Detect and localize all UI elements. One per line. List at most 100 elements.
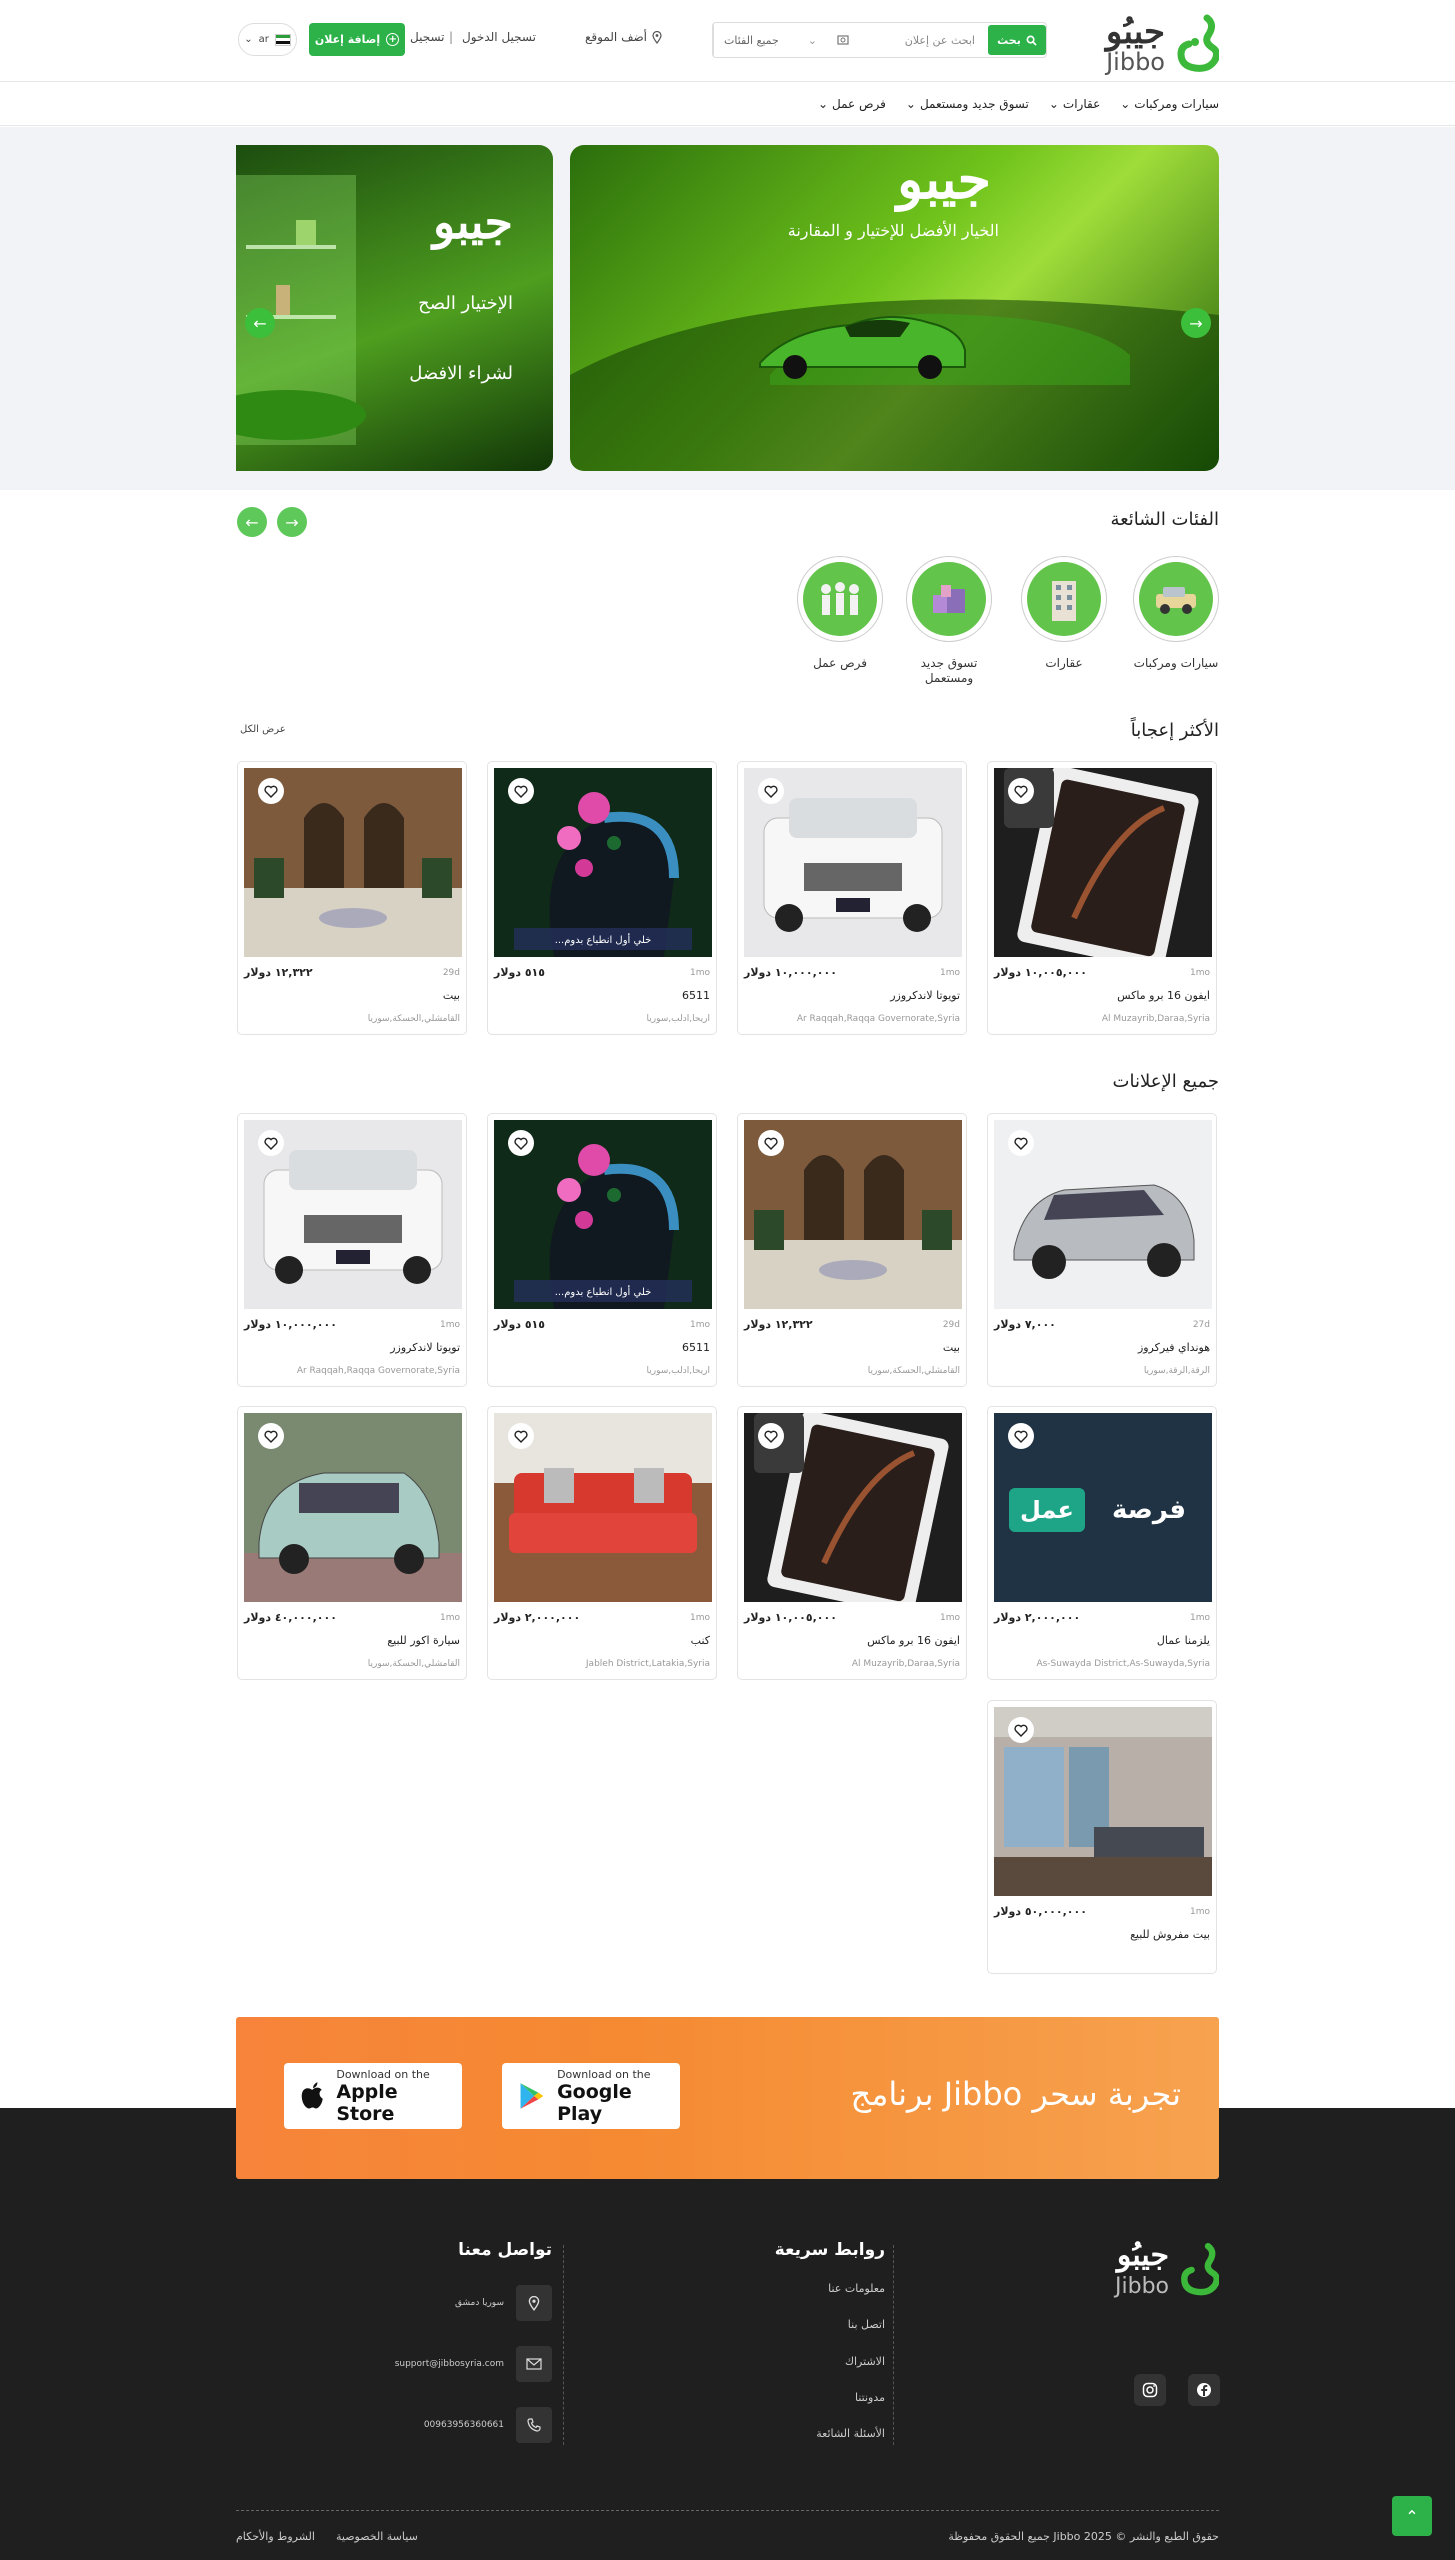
google-play-button[interactable]: Download on the Google Play	[502, 2063, 680, 2129]
ad-card[interactable]: ١٠,٠٠٥,٠٠٠ دولار 1mo ايفون 16 برو ماكس A…	[987, 761, 1217, 1035]
ad-location: اريحا,ادلب,سوريا	[646, 1014, 711, 1024]
heart-icon[interactable]	[758, 778, 784, 804]
ad-card[interactable]: خلي أول انطباع بدوم... ٥١٥ دولار 1mo 651…	[487, 761, 717, 1035]
heart-icon[interactable]	[1008, 1130, 1034, 1156]
ad-price: ٥٠,٠٠٠,٠٠٠ دولار	[994, 1905, 1087, 1918]
nav-item-shopping[interactable]: تسوق جديد ومستعمل ⌄	[906, 97, 1029, 111]
header-separator: |	[449, 30, 454, 44]
footer-link-faq[interactable]: الأسئلة الشائعة	[816, 2427, 885, 2440]
privacy-link[interactable]: سياسة الخصوصية	[336, 2530, 418, 2543]
hero-prev-button[interactable]: ←	[245, 308, 275, 338]
ad-card[interactable]: ٧,٠٠٠ دولار 27d هونداي فيركروز الرقة,الر…	[987, 1113, 1217, 1387]
category-real-estate[interactable]: عقارات	[1014, 556, 1114, 671]
ad-card[interactable]: ٥٠,٠٠٠,٠٠٠ دولار 1mo بيت مفروش للبيع	[987, 1700, 1217, 1974]
logo-text-en: Jibbo	[1106, 48, 1165, 76]
ad-price: ٥١٥ دولار	[494, 1318, 545, 1331]
ad-location: القامشلي,الحسكة,سوريا	[367, 1014, 460, 1024]
add-location-link[interactable]: أضف الموقع	[585, 30, 662, 44]
ad-card[interactable]: ١٠,٠٠٠,٠٠٠ دولار 1mo تويوتا لاندكروزر Ar…	[237, 1113, 467, 1387]
heart-icon[interactable]	[508, 1130, 534, 1156]
chevron-down-icon: ⌄	[1120, 97, 1131, 111]
plus-circle-icon: +	[386, 33, 400, 46]
ad-card[interactable]: ١٢,٣٢٢ دولار 29d بيت القامشلي,الحسكة,سور…	[237, 761, 467, 1035]
footer-link-about[interactable]: معلومات عنا	[828, 2282, 885, 2295]
heart-icon[interactable]	[258, 1423, 284, 1449]
terms-link[interactable]: الشروط والأحكام	[236, 2530, 315, 2543]
category-select[interactable]: جميع الفئات ⌄	[713, 23, 827, 57]
view-all-link[interactable]: عرض الكل	[240, 724, 286, 735]
hero-next-button[interactable]: →	[1181, 308, 1211, 338]
heart-icon[interactable]	[258, 778, 284, 804]
location-pin-icon	[652, 30, 662, 44]
svg-text:عمل: عمل	[1020, 1496, 1074, 1524]
shopping-icon	[933, 585, 965, 613]
category-cars[interactable]: سيارات ومركبات	[1126, 556, 1226, 671]
ad-location: As-Suwayda District,As-Suwayda,Syria	[1036, 1659, 1210, 1669]
google-play-icon	[520, 2083, 544, 2109]
ad-title: يلزمنا عمال	[1156, 1634, 1210, 1647]
most-liked-title: الأكثر إعجاباً	[1130, 720, 1219, 741]
categories-prev-button[interactable]: ←	[237, 507, 267, 537]
mail-icon	[516, 2346, 552, 2382]
hero-slide-main[interactable]: جيبو الخيار الأفضل للإختيار و المقارنة	[570, 145, 1219, 471]
ad-card[interactable]: ٢,٠٠٠,٠٠٠ دولار 1mo كنب Jableh District,…	[487, 1406, 717, 1680]
heart-icon[interactable]	[508, 1423, 534, 1449]
heart-icon[interactable]	[1008, 778, 1034, 804]
ad-card[interactable]: عمل فرصة ٢,٠٠٠,٠٠٠ دولار 1mo يلزمنا عمال …	[987, 1406, 1217, 1680]
nav-item-jobs[interactable]: فرص عمل ⌄	[818, 97, 886, 111]
ad-title: كنب	[690, 1634, 710, 1647]
heart-icon[interactable]	[758, 1423, 784, 1449]
google-play-small: Download on the	[557, 2067, 651, 2081]
login-link[interactable]: تسجيل الدخول	[462, 30, 536, 44]
ad-location: القامشلي,الحسكة,سوريا	[867, 1366, 960, 1376]
category-shopping[interactable]: تسوق جديد ومستعمل	[899, 556, 999, 686]
popular-categories-title: الفئات الشائعة	[1110, 509, 1219, 530]
category-jobs[interactable]: فرص عمل	[790, 556, 890, 671]
nav-item-real-estate[interactable]: عقارات ⌄	[1049, 97, 1100, 111]
search-placeholder: ابحث عن إعلان	[904, 33, 975, 47]
email-text: support@jibbosyria.com	[394, 2359, 504, 2369]
heart-icon[interactable]	[258, 1130, 284, 1156]
footer-divider	[563, 2245, 564, 2445]
footer-email[interactable]: support@jibbosyria.com	[395, 2346, 552, 2382]
add-ad-label: إضافة إعلان	[314, 33, 381, 46]
hero-side-title: جيبو	[433, 195, 513, 249]
ad-card[interactable]: خلي أول انطباع بدوم... ٥١٥ دولار 1mo 651…	[487, 1113, 717, 1387]
facebook-icon[interactable]	[1188, 2374, 1220, 2406]
ad-price: ١٠,٠٠٥,٠٠٠ دولار	[744, 1611, 837, 1624]
heart-icon[interactable]	[1008, 1423, 1034, 1449]
footer-link-blog[interactable]: مدونتنا	[855, 2391, 885, 2404]
ad-title: تويوتا لاندكروزر	[890, 989, 960, 1002]
ad-location: Ar Raqqah,Raqqa Governorate,Syria	[796, 1014, 960, 1024]
search-button[interactable]: بحث	[988, 25, 1046, 55]
ad-card[interactable]: ١٠,٠٠٠,٠٠٠ دولار 1mo تويوتا لاندكروزر Ar…	[737, 761, 967, 1035]
heart-icon[interactable]	[508, 778, 534, 804]
heart-icon[interactable]	[1008, 1717, 1034, 1743]
chevron-down-icon: ⌄	[807, 33, 817, 47]
footer-link-contact[interactable]: اتصل بنا	[848, 2318, 885, 2331]
footer-link-subscribe[interactable]: الاشتراك	[845, 2355, 885, 2368]
language-select[interactable]: ar ⌄	[238, 23, 297, 56]
ad-price: ٢,٠٠٠,٠٠٠ دولار	[994, 1611, 1081, 1624]
instagram-icon[interactable]	[1134, 2374, 1166, 2406]
search-button-label: بحث	[997, 33, 1021, 47]
categories-next-button[interactable]: →	[277, 507, 307, 537]
ad-card[interactable]: ١٢,٣٢٢ دولار 29d بيت القامشلي,الحسكة,سور…	[737, 1113, 967, 1387]
site-logo[interactable]: جيبُو Jibbo	[1094, 8, 1219, 76]
add-ad-button[interactable]: + إضافة إعلان	[309, 23, 405, 56]
ad-card[interactable]: ١٠,٠٠٥,٠٠٠ دولار 1mo ايفون 16 برو ماكس A…	[737, 1406, 967, 1680]
heart-icon[interactable]	[758, 1130, 784, 1156]
ad-price: ٧,٠٠٠ دولار	[994, 1318, 1056, 1331]
hero-slide-secondary[interactable]: جيبو الإختيار الصح لشراء الافضل	[236, 145, 553, 471]
search-input[interactable]: ابحث عن إعلان	[827, 23, 985, 57]
image-search-icon[interactable]	[837, 34, 849, 46]
register-link[interactable]: تسجيل	[410, 30, 445, 44]
scroll-to-top-button[interactable]: ⌃	[1392, 2496, 1432, 2536]
footer-phone[interactable]: 00963956360661	[424, 2407, 552, 2443]
phone-text: 00963956360661	[423, 2420, 504, 2430]
apple-store-button[interactable]: Download on the Apple Store	[284, 2063, 462, 2129]
footer-logo[interactable]: جيبُو Jibbo	[1094, 2236, 1219, 2302]
nav-item-cars[interactable]: سيارات ومركبات ⌄	[1120, 97, 1219, 111]
ad-card[interactable]: ٤٠,٠٠٠,٠٠٠ دولار 1mo سيارة اكور للبيع ال…	[237, 1406, 467, 1680]
quick-links-title: روابط سريعة	[774, 2240, 885, 2260]
